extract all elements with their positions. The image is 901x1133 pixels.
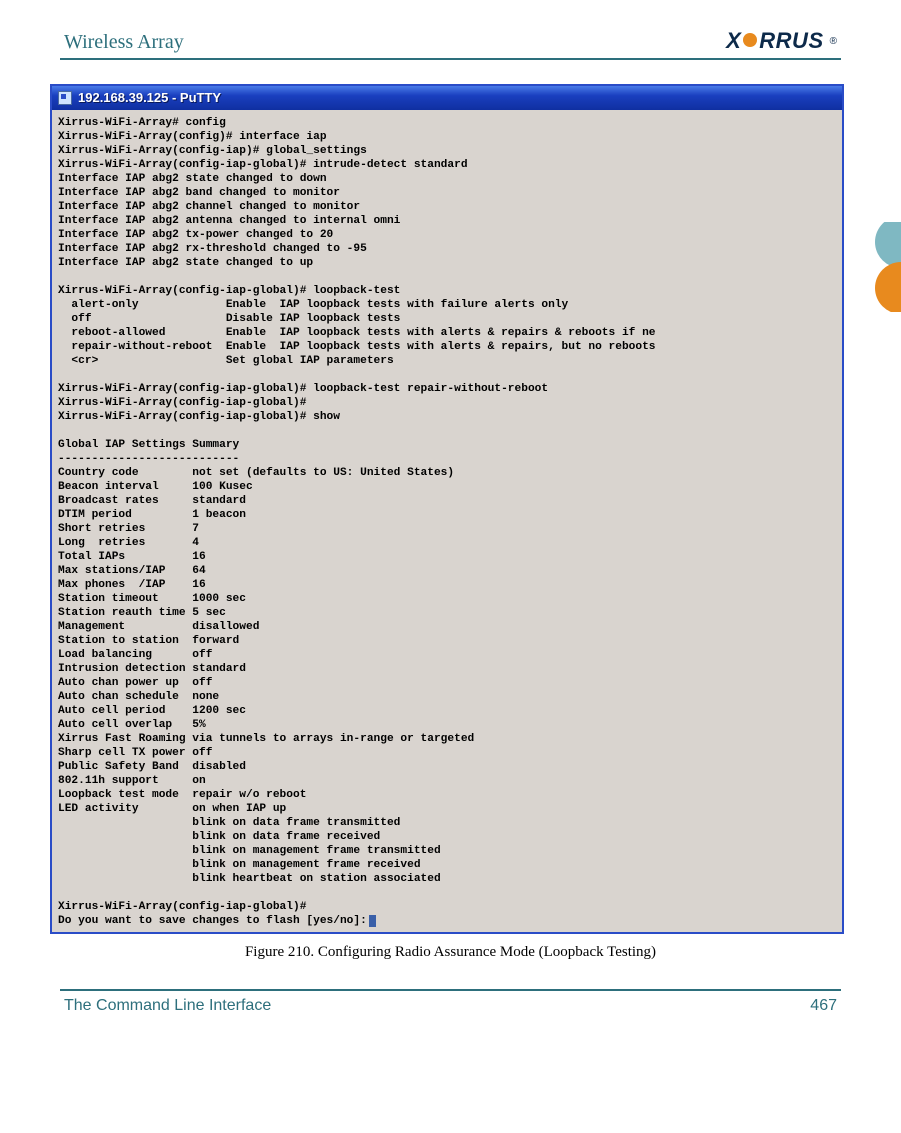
- terminal-window: 192.168.39.125 - PuTTY Xirrus-WiFi-Array…: [50, 84, 844, 934]
- terminal-cursor-icon: [369, 915, 376, 927]
- terminal-output: Xirrus-WiFi-Array# config Xirrus-WiFi-Ar…: [58, 116, 838, 928]
- page-header: Wireless Array X RRUS ®: [60, 28, 841, 56]
- footer-section: The Command Line Interface: [64, 997, 271, 1015]
- figure-caption: Figure 210. Configuring Radio Assurance …: [60, 944, 841, 961]
- brand-text-left: X: [726, 28, 741, 54]
- footer-page-number: 467: [810, 997, 837, 1015]
- header-rule: [60, 58, 841, 60]
- terminal-title: 192.168.39.125 - PuTTY: [78, 90, 221, 105]
- putty-icon: [58, 91, 72, 105]
- terminal-titlebar: 192.168.39.125 - PuTTY: [52, 86, 842, 110]
- brand-registered-icon: ®: [830, 36, 837, 47]
- brand-dot-icon: [743, 33, 757, 47]
- terminal-body: Xirrus-WiFi-Array# config Xirrus-WiFi-Ar…: [52, 110, 842, 932]
- brand-logo: X RRUS ®: [726, 28, 837, 54]
- brand-text-right: RRUS: [759, 28, 823, 54]
- page-title: Wireless Array: [64, 31, 184, 54]
- side-tab-icon: [875, 222, 901, 312]
- page-footer: The Command Line Interface 467: [60, 991, 841, 1015]
